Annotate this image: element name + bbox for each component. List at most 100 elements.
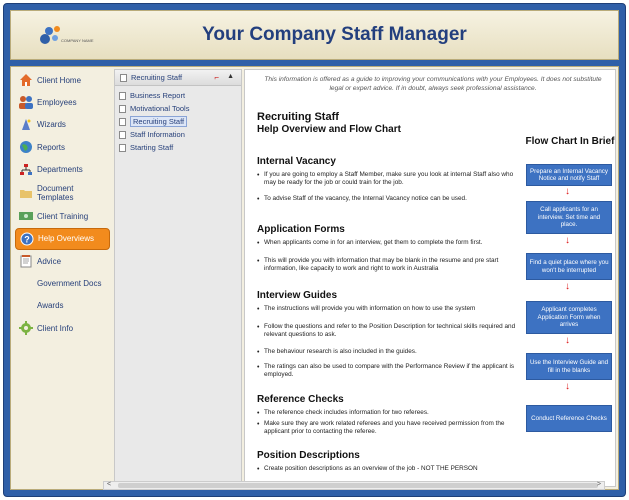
sub-item-label: Business Report [130,91,186,100]
help-icon: ? [19,231,35,247]
svg-text:?: ? [24,234,30,244]
bullet-item: • To advise Staff of the vacancy, the Int… [257,195,519,203]
nav-item-help-overviews[interactable]: ? Help Overviews [15,227,110,250]
bullet-item: • The ratings can also be used to compare… [257,363,519,379]
bullet-text: The behaviour research is also included … [264,348,417,355]
bullet-item: • If you are going to employ a Staff Memb… [257,171,519,187]
blank-icon [18,298,34,314]
document-icon [119,104,126,113]
folder-icon [18,185,34,201]
section-heading: Internal Vacancy [257,156,336,167]
document-icon [119,91,126,100]
nav-item-awards[interactable]: Awards [15,295,110,317]
flow-step: Call applicants for an interview. Set ti… [526,201,612,234]
bullet-text: Make sure they are work related referees… [264,420,505,435]
bullet-item: • Create position descriptions as an over… [257,465,519,473]
nav-label: Advice [37,256,62,266]
sub-panel-header: Recruiting Staff ⌐ ▲ [115,70,241,86]
bullet-text: If you are going to employ a Staff Membe… [264,171,514,186]
people-icon [18,94,34,110]
flow-step: Use the Interview Guide and fill in the … [526,353,612,380]
bullet-text: The instructions will provide you with i… [264,305,476,312]
sub-panel-title: Recruiting Staff [131,73,183,82]
nav-label: Client Home [37,75,82,85]
sub-item-recruiting-staff[interactable]: Recruiting Staff [119,115,241,128]
nav-item-wizards[interactable]: Wizards [15,114,110,136]
sub-item-label: Recruiting Staff [130,116,188,127]
money-icon [18,208,34,224]
arrow-down-icon: ↓ [565,281,570,292]
nav-item-client-info[interactable]: Client Info [15,317,110,339]
sub-item-label: Staff Information [130,130,185,139]
bullet-text: When applicants come in for an interview… [264,239,483,246]
collapse-icon[interactable]: ▲ [227,73,234,80]
globe-icon [18,139,34,155]
sub-item-starting-staff[interactable]: Starting Staff [119,141,241,154]
sub-item-business-report[interactable]: Business Report [119,89,241,102]
nav-item-document-templates[interactable]: Document Templates [15,181,110,205]
bullet-item: • The behaviour research is also included… [257,348,519,356]
flow-step: Prepare an Internal Vacancy Notice and n… [526,164,612,186]
bullet-text: Create position descriptions as an overv… [264,465,478,472]
nav-item-client-home[interactable]: Client Home [15,69,110,91]
nav-label: Awards [37,301,64,311]
nav-item-government-docs[interactable]: Government Docs [15,273,110,295]
flow-step: Applicant completes Application Form whe… [526,301,612,334]
help-content: This information is offered as a guide t… [244,69,616,487]
app-header: COMPANY NAME Your Company Staff Manager [10,10,619,60]
page-subtitle: Help Overview and Flow Chart [257,124,401,135]
nav-label: Document Templates [37,183,74,202]
bullet-item: • The instructions will provide you with … [257,305,519,313]
nav-label: Client Training [37,211,89,221]
scroll-right-icon[interactable]: > [597,481,601,488]
sub-item-motivational-tools[interactable]: Motivational Tools [119,102,241,115]
document-icon [120,73,127,82]
arrow-down-icon: ↓ [565,335,570,346]
nav-label: Wizards [37,120,66,130]
org-chart-icon [18,162,34,178]
page-title: Recruiting Staff [257,111,339,123]
gear-icon [18,320,34,336]
sub-item-label: Motivational Tools [130,104,190,113]
nav-label: Reports [37,142,66,152]
flow-chart-title: Flow Chart In Brief [525,136,615,147]
bullet-text: This will provide you with information t… [264,257,499,272]
blank-icon [18,276,34,292]
main-area: Client Home Employees Wizards Reports De… [10,66,619,490]
arrow-down-icon: ↓ [565,235,570,246]
app-title: Your Company Staff Manager [202,24,467,45]
scroll-left-icon[interactable]: < [107,481,111,488]
bullet-item: • This will provide you with information … [257,257,519,273]
notepad-icon [18,253,34,269]
sub-item-staff-information[interactable]: Staff Information [119,128,241,141]
nav-item-client-training[interactable]: Client Training [15,205,110,227]
bullet-item: • Make sure they are work related referee… [257,420,519,436]
bullet-item: • Follow the questions and refer to the P… [257,323,519,339]
nav-item-reports[interactable]: Reports [15,136,110,158]
nav-item-employees[interactable]: Employees [15,91,110,113]
flow-step: Conduct Reference Checks [526,405,612,432]
nav-label: Client Info [37,323,74,333]
horizontal-scrollbar[interactable]: < > [103,481,605,490]
left-nav: Client Home Employees Wizards Reports De… [15,69,110,487]
nav-item-departments[interactable]: Departments [15,159,110,181]
sub-item-label: Starting Staff [130,143,174,152]
wizard-icon [18,117,34,133]
bullet-text: The ratings can also be used to compare … [264,363,515,378]
nav-item-advice[interactable]: Advice [15,250,110,272]
pin-icon[interactable]: ⌐ [214,73,219,82]
document-icon [119,117,126,126]
sub-list: Business Report Motivational Tools Recru… [115,86,241,154]
bullet-text: Follow the questions and refer to the Po… [264,323,516,338]
section-heading: Application Forms [257,224,345,235]
bullet-item: • When applicants come in for an intervie… [257,239,519,247]
nav-label: Government Docs [37,279,102,289]
section-heading: Position Descriptions [257,450,360,461]
nav-label: Help Overviews [38,234,95,244]
nav-label: Employees [37,97,77,107]
arrow-down-icon: ↓ [565,381,570,392]
scrollbar-thumb[interactable] [118,483,598,488]
bullet-text: To advise Staff of the vacancy, the Inte… [264,195,467,202]
document-icon [119,130,126,139]
flow-step: Find a quiet place where you won't be in… [526,253,612,280]
